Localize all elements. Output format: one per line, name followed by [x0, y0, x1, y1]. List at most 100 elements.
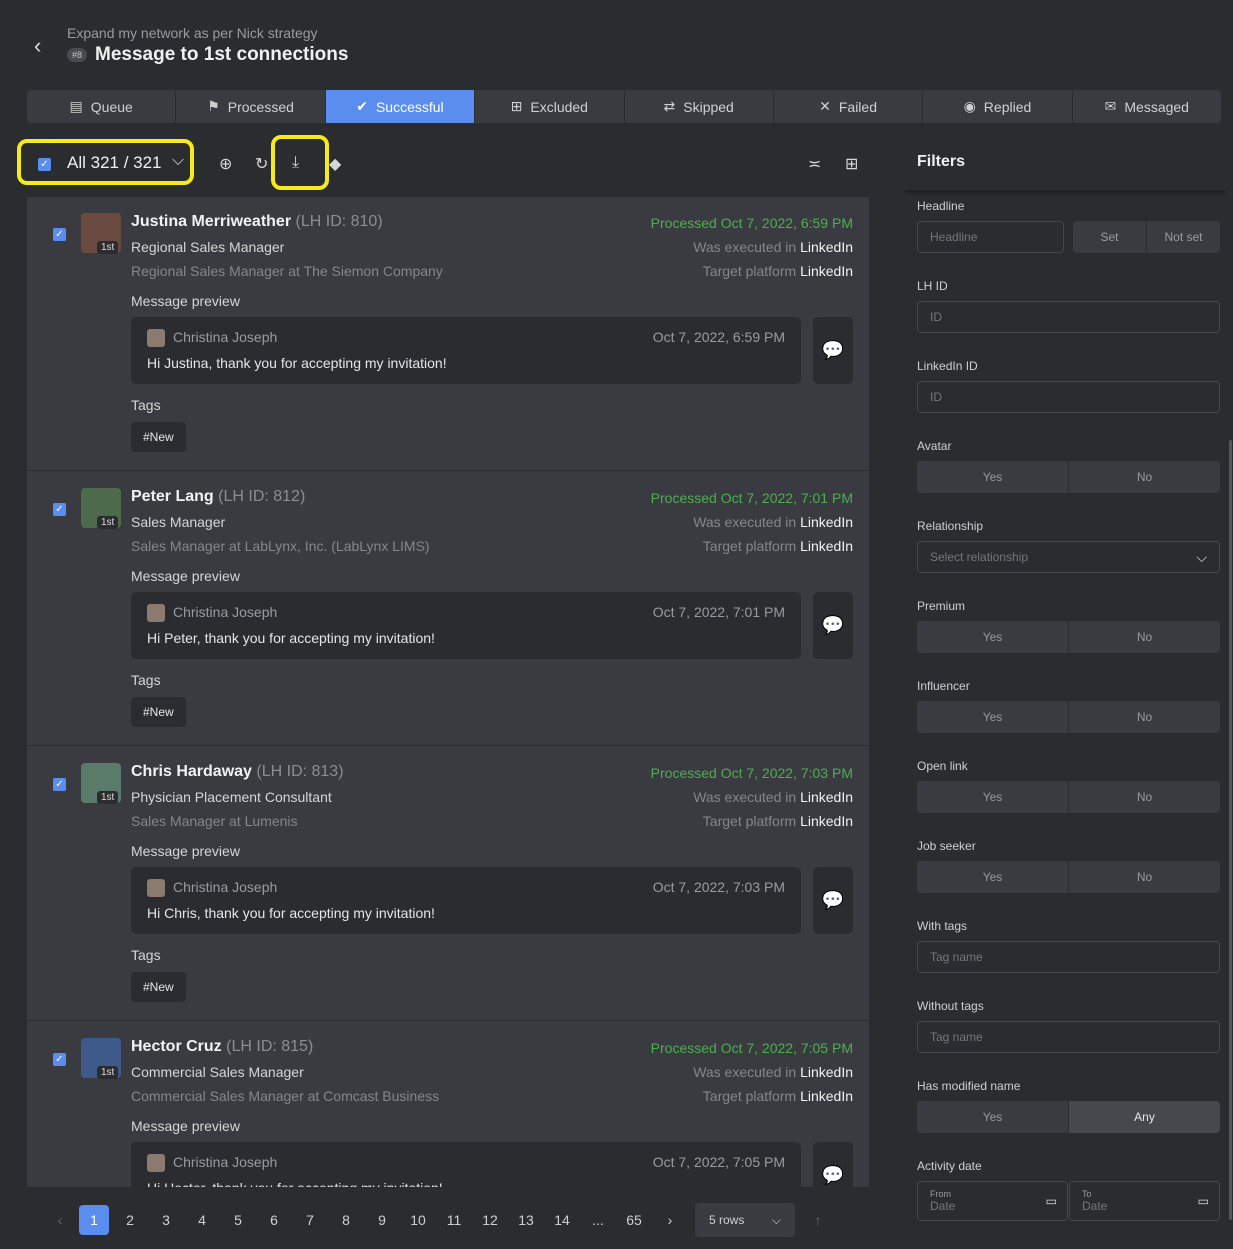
add-icon[interactable]: ⊕ — [219, 154, 232, 174]
executed-in: Was executed in LinkedIn — [693, 514, 853, 530]
yes-option[interactable]: Yes — [917, 1101, 1069, 1133]
headline-input[interactable]: Headline — [917, 221, 1064, 253]
without-tags-input[interactable]: Tag name — [917, 1021, 1220, 1053]
back-arrow-icon[interactable]: ‹ — [34, 35, 54, 57]
tab-skipped[interactable]: ⇄ Skipped — [625, 90, 774, 123]
status-tabs: ▤ Queue ⚑ Processed ✔ Successful ⊞ Excluded ⇄ Ski… — [27, 90, 1221, 123]
linkedin-id-input[interactable]: ID — [917, 381, 1220, 413]
profile-headline: Commercial Sales Manager — [131, 1064, 304, 1080]
message-text: Hi Justina, thank you for accepting my i… — [147, 355, 447, 371]
profile-company: Sales Manager at LabLynx, Inc. (LabLynx … — [131, 538, 430, 554]
lhid-input[interactable]: ID — [917, 301, 1220, 333]
message-text: Hi Peter, thank you for accepting my inv… — [147, 630, 435, 646]
select-all-dropdown[interactable]: All 321 / 321 — [67, 153, 162, 173]
page-button[interactable]: 11 — [439, 1205, 469, 1235]
page-button[interactable]: 1 — [79, 1205, 109, 1235]
page-button[interactable]: 12 — [475, 1205, 505, 1235]
page-button[interactable]: 8 — [331, 1205, 361, 1235]
profile-list: ✓ 1st Justina Merriweather (LH ID: 810) … — [27, 197, 869, 1187]
tab-failed[interactable]: ✕ Failed — [774, 90, 924, 123]
executed-in: Was executed in LinkedIn — [693, 1064, 853, 1080]
hide-icon[interactable]: ≍ — [808, 154, 821, 174]
tag-chip[interactable]: #New — [131, 422, 186, 452]
calendar-icon[interactable]: ▭ — [1198, 1194, 1209, 1208]
tab-queue[interactable]: ▤ Queue — [27, 90, 177, 123]
no-option[interactable]: No — [1069, 861, 1220, 893]
scroll-top-icon[interactable]: ↑ — [803, 1205, 833, 1235]
download-icon[interactable]: ⤓ — [292, 154, 299, 172]
tab-replied[interactable]: ◉ Replied — [923, 90, 1073, 123]
no-option[interactable]: No — [1069, 701, 1220, 733]
no-option[interactable]: No — [1069, 781, 1220, 813]
target-platform: Target platform LinkedIn — [702, 538, 853, 554]
row-checkbox[interactable]: ✓ — [53, 1053, 66, 1066]
set-option[interactable]: Set — [1073, 221, 1147, 253]
page-button[interactable]: 2 — [115, 1205, 145, 1235]
profile-name[interactable]: Peter Lang (LH ID: 812) — [131, 488, 305, 506]
download-highlight — [271, 135, 329, 190]
tab-messaged[interactable]: ✉ Messaged — [1073, 90, 1221, 123]
tag-icon[interactable]: ◆ — [329, 154, 341, 174]
page-button[interactable]: 14 — [547, 1205, 577, 1235]
processed-date: Processed Oct 7, 2022, 7:01 PM — [650, 490, 853, 506]
message-preview: Christina Joseph Oct 7, 2022, 7:03 PM Hi… — [131, 867, 801, 934]
no-option[interactable]: No — [1069, 461, 1220, 493]
tab-successful[interactable]: ✔ Successful — [325, 90, 476, 123]
chat-icon[interactable]: 💬 — [813, 317, 853, 384]
calendar-icon[interactable]: ▭ — [1046, 1194, 1057, 1208]
tag-chip[interactable]: #New — [131, 697, 186, 727]
tab-label: Queue — [90, 98, 133, 115]
profile-card: ✓ 1st Hector Cruz (LH ID: 815) Commercia… — [27, 1022, 869, 1187]
row-checkbox[interactable]: ✓ — [53, 228, 66, 241]
page-button[interactable]: 4 — [187, 1205, 217, 1235]
refresh-icon[interactable]: ↻ — [255, 154, 268, 174]
tag-chip[interactable]: #New — [131, 972, 186, 1002]
tags-label: Tags — [131, 672, 161, 688]
page-button[interactable]: 7 — [295, 1205, 325, 1235]
chevron-down-icon[interactable]: ⌵ — [172, 152, 184, 170]
chat-icon[interactable]: 💬 — [813, 1142, 853, 1187]
yes-option[interactable]: Yes — [917, 701, 1069, 733]
chat-icon[interactable]: 💬 — [813, 592, 853, 659]
rows-per-page-select[interactable]: 5 rows ⌵ — [695, 1203, 795, 1237]
row-checkbox[interactable]: ✓ — [53, 503, 66, 516]
page-button[interactable]: 9 — [367, 1205, 397, 1235]
profile-card: ✓ 1st Peter Lang (LH ID: 812) Sales Mana… — [27, 472, 869, 746]
profile-name[interactable]: Hector Cruz (LH ID: 815) — [131, 1038, 313, 1056]
title-row: #8 Message to 1st connections — [67, 44, 348, 66]
yes-option[interactable]: Yes — [917, 461, 1069, 493]
chat-icon[interactable]: 💬 — [813, 867, 853, 934]
profile-name[interactable]: Justina Merriweather (LH ID: 810) — [131, 213, 383, 231]
message-date: Oct 7, 2022, 6:59 PM — [652, 329, 785, 345]
yes-option[interactable]: Yes — [917, 781, 1069, 813]
with-tags-input[interactable]: Tag name — [917, 941, 1220, 973]
relationship-select[interactable]: Select relationship ⌵ — [917, 541, 1220, 573]
next-page-icon[interactable]: › — [655, 1205, 685, 1235]
page-button[interactable]: 3 — [151, 1205, 181, 1235]
yes-option[interactable]: Yes — [917, 621, 1069, 653]
prev-page-icon[interactable]: ‹ — [45, 1205, 75, 1235]
to-date-input[interactable]: To Date ▭ — [1069, 1181, 1220, 1221]
page-button[interactable]: 6 — [259, 1205, 289, 1235]
yes-option[interactable]: Yes — [917, 861, 1069, 893]
page-button[interactable]: 13 — [511, 1205, 541, 1235]
action-number-badge: #8 — [67, 48, 88, 62]
no-option[interactable]: No — [1069, 621, 1220, 653]
tab-processed[interactable]: ⚑ Processed — [176, 90, 326, 123]
any-option[interactable]: Any — [1069, 1101, 1220, 1133]
not-set-option[interactable]: Not set — [1147, 221, 1220, 253]
lh-id: (LH ID: 812) — [218, 488, 306, 505]
tab-excluded[interactable]: ⊞ Excluded — [475, 90, 625, 123]
page-title: Message to 1st connections — [95, 44, 349, 65]
page-button[interactable]: 5 — [223, 1205, 253, 1235]
filters-scrollbar[interactable] — [1229, 440, 1232, 1220]
page-button[interactable]: 10 — [403, 1205, 433, 1235]
select-all-checkbox[interactable]: ✓ — [38, 158, 51, 171]
grid-icon[interactable]: ⊞ — [845, 154, 858, 174]
page-button[interactable]: 65 — [619, 1205, 649, 1235]
profile-name[interactable]: Chris Hardaway (LH ID: 813) — [131, 763, 344, 781]
message-text: Hi Chris, thank you for accepting my inv… — [147, 905, 435, 921]
tags-label: Tags — [131, 947, 161, 963]
from-date-input[interactable]: From Date ▭ — [917, 1181, 1068, 1221]
row-checkbox[interactable]: ✓ — [53, 778, 66, 791]
